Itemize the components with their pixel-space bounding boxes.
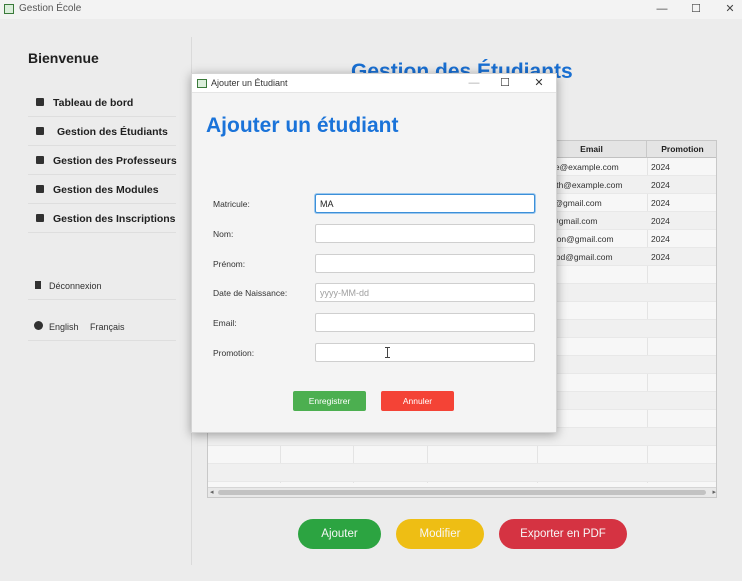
- birthdate-field[interactable]: [315, 283, 535, 302]
- email-field[interactable]: [315, 313, 535, 332]
- minimize-button[interactable]: —: [650, 1, 674, 17]
- promotion-label: Promotion:: [213, 348, 255, 358]
- text-cursor-icon: [385, 347, 391, 358]
- dialog-heading: Ajouter un étudiant: [206, 114, 399, 137]
- add-student-dialog: Ajouter un Étudiant — ☐ ✕ Ajouter un étu…: [191, 73, 557, 433]
- window-title: Gestion École: [19, 3, 82, 14]
- matricule-label: Matricule:: [213, 199, 250, 209]
- dialog-window-title: Ajouter un Étudiant: [211, 78, 288, 88]
- main-titlebar: Gestion École — ☐ ✕: [0, 0, 742, 19]
- promotion-field[interactable]: [315, 343, 535, 362]
- maximize-button[interactable]: ☐: [684, 1, 708, 17]
- dialog-titlebar: Ajouter un Étudiant — ☐ ✕: [192, 74, 556, 93]
- app-icon: [4, 4, 14, 14]
- cancel-button[interactable]: Annuler: [381, 391, 454, 411]
- email-label: Email:: [213, 318, 237, 328]
- save-button[interactable]: Enregistrer: [293, 391, 366, 411]
- dialog-minimize-button[interactable]: —: [464, 76, 484, 90]
- birthdate-label: Date de Naissance:: [213, 288, 288, 298]
- nom-field[interactable]: [315, 224, 535, 243]
- matricule-field[interactable]: [315, 194, 535, 213]
- close-button[interactable]: ✕: [718, 1, 742, 17]
- dialog-app-icon: [197, 79, 207, 88]
- dialog-close-button[interactable]: ✕: [529, 76, 549, 90]
- prenom-label: Prénom:: [213, 259, 246, 269]
- dialog-maximize-button[interactable]: ☐: [495, 76, 515, 90]
- nom-label: Nom:: [213, 229, 234, 239]
- prenom-field[interactable]: [315, 254, 535, 273]
